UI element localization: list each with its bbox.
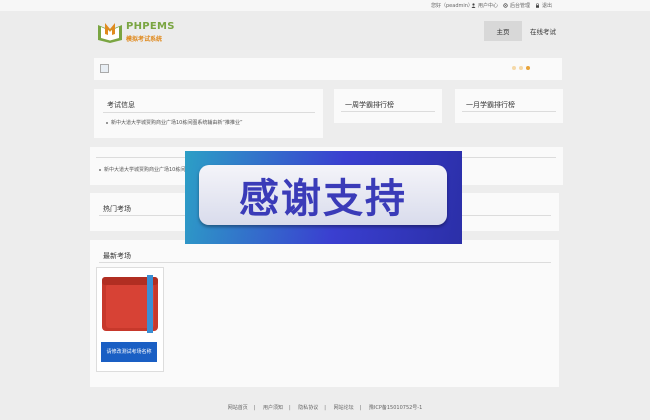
logo-title: PHPEMS: [126, 21, 175, 32]
monthly-rank-panel: 一月学霸排行榜: [455, 89, 563, 123]
slider-dot-active[interactable]: [526, 66, 530, 70]
list-item[interactable]: 新中大道大学城贾购商业广场10栋间图系统辅由新“推推业”: [106, 119, 243, 126]
hot-exams-title: 热门考场: [103, 205, 131, 213]
book-icon: [102, 275, 158, 333]
new-exams-title: 最新考场: [103, 252, 131, 260]
overlay-text: 感谢支持: [239, 176, 407, 222]
divider: [103, 112, 315, 113]
nav-online-exam[interactable]: 在线考试: [526, 21, 560, 41]
broken-image-icon: [100, 64, 109, 73]
footer-link-privacy[interactable]: 隐私协议: [298, 405, 318, 411]
weekly-rank-title: 一周学霸排行榜: [345, 101, 394, 109]
thanks-overlay: 感谢支持: [185, 151, 462, 244]
exam-info-title: 考试信息: [107, 101, 135, 109]
divider: [341, 111, 435, 112]
exam-info-panel: 考试信息 新中大道大学城贾购商业广场10栋间图系统辅由新“推推业”: [94, 89, 323, 138]
slider-dot[interactable]: [519, 66, 523, 70]
footer-link-terms[interactable]: 用户须知: [263, 405, 283, 411]
lock-icon: [536, 3, 539, 8]
admin-link[interactable]: 后台管理: [503, 2, 530, 9]
greeting: 您好（peadmin）: [431, 3, 473, 9]
slider-dot[interactable]: [512, 66, 516, 70]
footer: 网站首页 | 用户须知 | 隐私协议 | 网站论坛 | 豫ICP备15010752号-1: [227, 405, 423, 411]
exam-card-button[interactable]: 请修改测试考场名称: [101, 342, 157, 362]
top-bar: 您好（peadmin） 用户中心 后台管理 退出: [0, 0, 650, 11]
logo-icon[interactable]: [97, 21, 123, 43]
user-icon: [471, 3, 476, 8]
monthly-rank-title: 一月学霸排行榜: [466, 101, 515, 109]
footer-icp[interactable]: 豫ICP备15010752号-1: [369, 405, 422, 411]
nav-home[interactable]: 主页: [484, 21, 522, 41]
weekly-rank-panel: 一周学霸排行榜: [334, 89, 442, 123]
exam-card[interactable]: 请修改测试考场名称: [96, 267, 164, 372]
divider: [99, 262, 551, 263]
footer-link-home[interactable]: 网站首页: [228, 405, 248, 411]
divider: [462, 111, 556, 112]
header: PHPEMS 模拟考试系统 主页 在线考试: [0, 11, 650, 50]
banner-slider: [94, 58, 562, 80]
new-exams-panel: 最新考场 请修改测试考场名称: [90, 240, 559, 387]
logo-subtitle: 模拟考试系统: [126, 36, 163, 43]
gear-icon: [503, 3, 508, 8]
footer-link-forum[interactable]: 网站论坛: [334, 405, 354, 411]
logout-link[interactable]: 退出: [535, 2, 552, 9]
user-center-link[interactable]: 用户中心: [471, 2, 498, 9]
